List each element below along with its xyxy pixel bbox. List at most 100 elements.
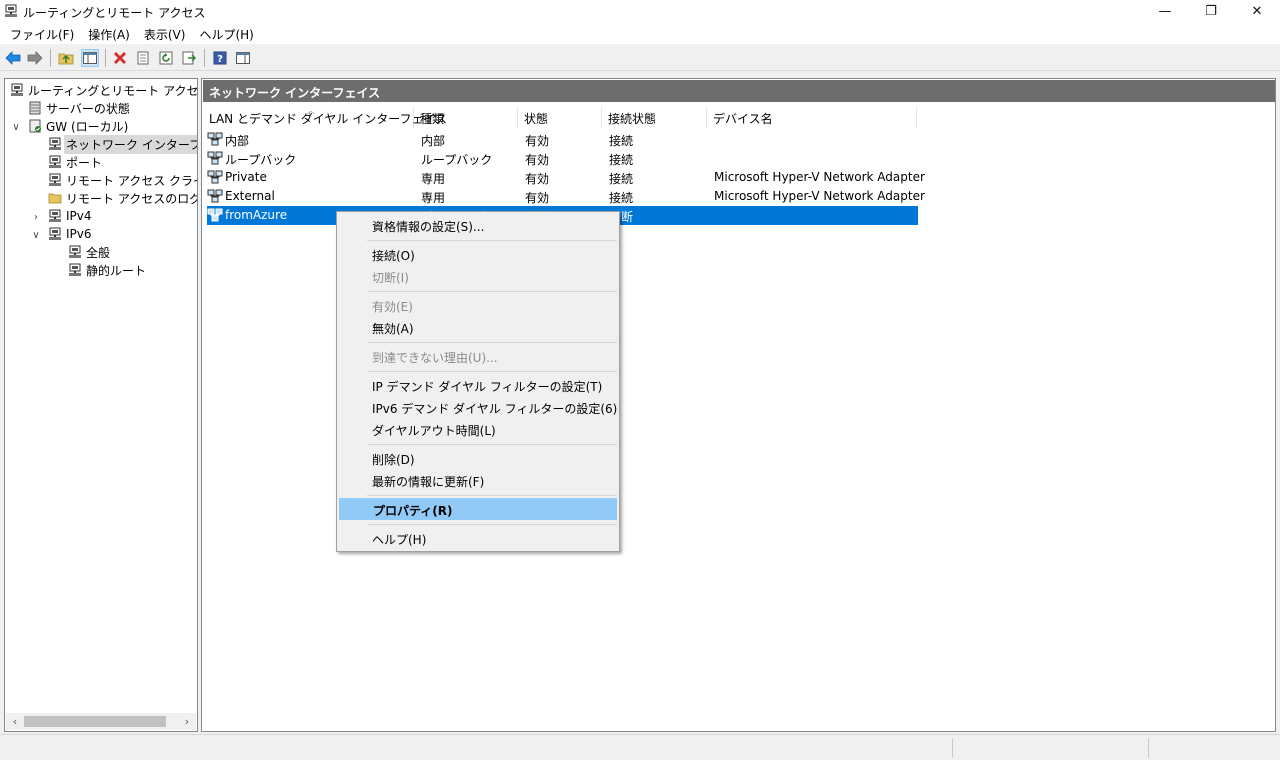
menu-item-delete[interactable]: 削除(D) [339,447,617,469]
pane-title: ネットワーク インターフェイス [203,80,1275,102]
properties-icon[interactable] [134,49,152,67]
routing-app-icon [4,4,18,18]
general-icon [67,244,83,260]
chevron-down-icon[interactable]: ∨ [11,122,21,133]
menu-view[interactable]: 表示(V) [137,22,193,44]
window-title: ルーティングとリモート アクセス [23,6,206,20]
demand-dial-interface-icon [207,207,223,223]
delete-icon[interactable] [111,49,129,67]
column-header-connection-state[interactable]: 接続状態 [602,107,707,129]
interface-connection: 接続 [609,134,634,148]
tree-ipv4[interactable]: IPv4 [47,207,92,225]
tree-remote-access-logging[interactable]: リモート アクセスのログとポリ [47,189,197,207]
back-icon[interactable] [4,49,22,67]
table-row[interactable]: 内部 内部 有効 接続 [207,130,918,149]
scrollbar-thumb[interactable] [24,716,166,727]
up-folder-icon[interactable] [57,49,75,67]
tree-ipv6[interactable]: IPv6 [47,225,92,243]
title-bar: ルーティングとリモート アクセス — ❐ ✕ [0,0,1280,22]
tree-server-status[interactable]: サーバーの状態 [27,99,130,117]
tree-horizontal-scrollbar[interactable]: ‹ › [6,713,196,730]
tree-remote-access-clients[interactable]: リモート アクセス クライアント [47,171,197,189]
forward-icon[interactable] [26,49,44,67]
network-interface-icon [207,150,223,166]
interface-connection: 接続 [609,172,634,186]
minimize-button[interactable]: — [1142,0,1188,22]
interface-name: 内部 [225,134,250,148]
table-row[interactable]: ループバック ループバック 有効 接続 [207,149,918,168]
console-tree: ルーティングとリモート アクセス サーバーの状態 ∨ GW (ローカル) ネット… [4,78,198,732]
menu-action[interactable]: 操作(A) [81,22,137,44]
network-interface-icon [207,169,223,185]
menu-help[interactable]: ヘルプ(H) [192,22,260,44]
chevron-down-icon[interactable]: ∨ [31,230,41,241]
menu-item-ipv6-demand-dial-filters[interactable]: IPv6 デマンド ダイヤル フィルターの設定(6) [339,396,617,418]
maximize-button[interactable]: ❐ [1188,0,1234,22]
toolbar: ? [0,45,1280,71]
menu-item-connect[interactable]: 接続(O) [339,243,617,265]
interface-name: ループバック [225,153,297,167]
show-hide-action-pane-icon[interactable] [234,49,252,67]
menu-item-enable[interactable]: 有効(E) [339,294,617,316]
column-header-type[interactable]: 種類 [414,107,518,129]
interface-type: 内部 [421,134,446,148]
tree-ports[interactable]: ポート [47,153,102,171]
tree-server-gw[interactable]: GW (ローカル) [27,117,128,135]
status-bar [0,734,1280,760]
scroll-right-icon[interactable]: › [179,714,195,729]
folder-icon [47,190,63,206]
table-row[interactable]: External 専用 有効 接続 Microsoft Hyper-V Netw… [207,187,925,206]
interface-device: Microsoft Hyper-V Network Adapter [714,170,925,184]
network-interfaces-icon [47,136,63,152]
interface-type: 専用 [421,172,446,186]
tree-ipv6-static-routes[interactable]: 静的ルート [67,261,146,279]
menu-item-disconnect[interactable]: 切断(I) [339,265,617,287]
chevron-right-icon[interactable]: › [31,212,41,223]
menu-item-dial-out-hours[interactable]: ダイヤルアウト時間(L) [339,418,617,440]
interface-type: ループバック [421,153,493,167]
menu-item-help[interactable]: ヘルプ(H) [339,527,617,549]
static-routes-icon [67,262,83,278]
scroll-left-icon[interactable]: ‹ [7,714,23,729]
ipv6-icon [47,226,63,242]
column-header-status[interactable]: 状態 [518,107,602,129]
network-interface-icon [207,131,223,147]
ipv4-icon [47,208,63,224]
column-header-interface[interactable]: ︿ LAN とデマンド ダイヤル インターフェイス [203,106,447,129]
menu-bar: ファイル(F) 操作(A) 表示(V) ヘルプ(H) [0,22,1280,44]
close-button[interactable]: ✕ [1234,0,1280,22]
menu-item-properties[interactable]: プロパティ(R) [339,498,617,520]
column-header-device-name[interactable]: デバイス名 [707,107,917,129]
ports-icon [47,154,63,170]
menu-item-ip-demand-dial-filters[interactable]: IP デマンド ダイヤル フィルターの設定(T) [339,374,617,396]
server-icon [27,118,43,134]
interface-connection: 接続 [609,153,634,167]
refresh-icon[interactable] [157,49,175,67]
interface-name: Private [225,170,267,184]
network-interface-icon [207,188,223,204]
help-icon[interactable]: ? [211,49,229,67]
interface-name: fromAzure [225,208,288,222]
menu-item-disable[interactable]: 無効(A) [339,316,617,338]
menu-item-unreachability-reason[interactable]: 到達できない理由(U)... [339,345,617,367]
interface-type: 専用 [421,191,446,205]
interface-status: 有効 [525,134,550,148]
tree-ipv6-general[interactable]: 全般 [67,243,110,261]
interface-status: 有効 [525,172,550,186]
table-row[interactable]: Private 専用 有効 接続 Microsoft Hyper-V Netwo… [207,168,925,187]
show-hide-console-tree-icon[interactable] [81,49,99,67]
interface-status: 有効 [525,153,550,167]
tree-network-interfaces[interactable]: ネットワーク インターフェイス [47,134,197,154]
export-list-icon[interactable] [180,49,198,67]
interface-status: 有効 [525,191,550,205]
routing-server-icon [9,82,25,98]
menu-item-set-credentials[interactable]: 資格情報の設定(S)... [339,214,617,236]
svg-text:?: ? [217,54,223,65]
interface-name: External [225,189,275,203]
sort-ascending-icon: ︿ [307,106,315,115]
tree-root[interactable]: ルーティングとリモート アクセス [9,81,197,99]
menu-item-refresh[interactable]: 最新の情報に更新(F) [339,469,617,491]
menu-file[interactable]: ファイル(F) [3,22,81,44]
server-status-icon [27,100,43,116]
interface-device: Microsoft Hyper-V Network Adapter [714,189,925,203]
